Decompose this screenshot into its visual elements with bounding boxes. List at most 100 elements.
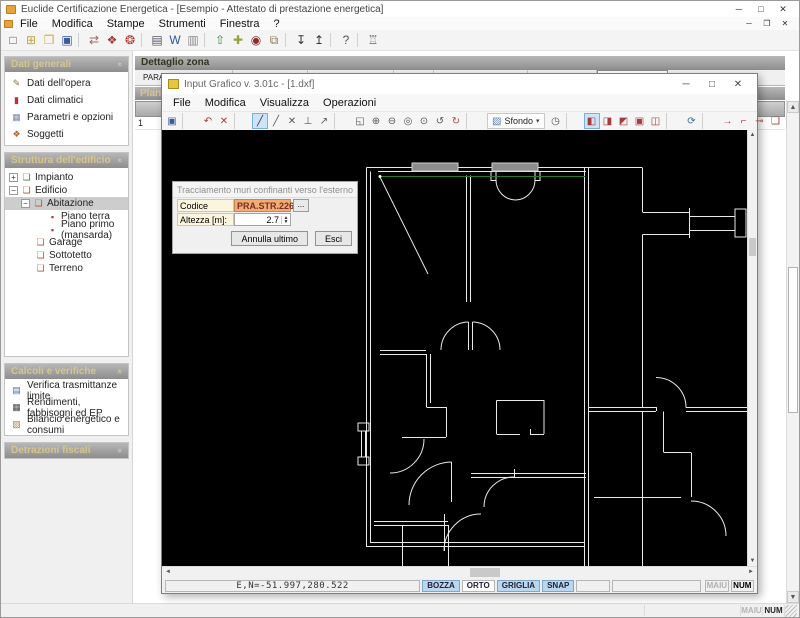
mdi-close-button[interactable]: ✕ (777, 19, 793, 28)
toggle-snap[interactable]: SNAP (542, 579, 575, 592)
zoom-previous-icon[interactable]: ↺ (432, 113, 448, 129)
perpendicular-icon[interactable]: ⊥ (300, 113, 316, 129)
print-icon[interactable]: ▤ (148, 31, 166, 49)
scrollbar-thumb[interactable] (749, 238, 756, 256)
menu-strumenti[interactable]: Strumenti (152, 18, 213, 30)
scroll-up-icon[interactable]: ▲ (787, 101, 799, 113)
move-down-icon[interactable]: ↧ (292, 31, 310, 49)
move-up-icon[interactable]: ↥ (310, 31, 328, 49)
window-element-icon[interactable]: ◫ (648, 113, 664, 129)
sync-icon[interactable]: ⇄ (85, 31, 103, 49)
draw-line-icon[interactable]: ╱ (268, 113, 284, 129)
copy-archive-icon[interactable]: ⧉ (265, 31, 283, 49)
panel-header-struttura[interactable]: Struttura dell'edificio « (5, 153, 128, 168)
cad-canvas[interactable]: Tracciamento muri confinanti verso l'est… (162, 130, 747, 566)
menu-stampe[interactable]: Stampe (100, 18, 152, 30)
cad-minimize-button[interactable]: ─ (673, 79, 699, 90)
sidebar-item-bilancio[interactable]: ▧ Bilancio energetico e consumi (5, 414, 128, 436)
mdi-minimize-button[interactable]: ─ (741, 19, 757, 28)
wall-virtual-icon[interactable]: ◩ (616, 113, 632, 129)
cad-menu-modifica[interactable]: Modifica (198, 97, 253, 109)
measure-circle-icon[interactable]: ◷ (548, 113, 564, 129)
arrow-offset-icon[interactable]: ⊸ (752, 113, 768, 129)
expand-chevron-icon[interactable]: » (115, 448, 124, 452)
sfondo-dropdown[interactable]: ▨ Sfondo ▾ (487, 113, 545, 129)
tree-expander[interactable]: + (9, 173, 18, 182)
altezza-field[interactable]: 2.7 ▲ ▼ (234, 213, 291, 226)
certificate-icon[interactable]: ❂ (121, 31, 139, 49)
draw-wall-tool-icon[interactable]: ╱ (252, 113, 268, 129)
scroll-up-icon[interactable]: ▲ (748, 130, 757, 140)
scrollbar-thumb[interactable] (788, 267, 798, 413)
zoom-selected-icon[interactable]: ⊙ (416, 113, 432, 129)
cad-menu-file[interactable]: File (166, 97, 198, 109)
sidebar-item-dati-climatici[interactable]: ▮ Dati climatici (5, 92, 128, 109)
spin-down-icon[interactable]: ▼ (284, 219, 289, 224)
tree-item-edificio[interactable]: − ❏ Edificio (5, 184, 128, 197)
tree-item-piano-primo[interactable]: ▪ Piano primo (mansarda) (5, 219, 128, 241)
cad-menu-visualizza[interactable]: Visualizza (253, 97, 316, 109)
scroll-down-icon[interactable]: ▼ (748, 556, 757, 566)
delete-node-icon[interactable]: ✕ (216, 113, 232, 129)
toggle-griglia[interactable]: GRIGLIA (496, 579, 541, 592)
toggle-orto[interactable]: ORTO (461, 579, 495, 592)
collapse-chevron-icon[interactable]: « (115, 62, 124, 66)
scroll-down-icon[interactable]: ▼ (787, 591, 799, 603)
sidebar-item-parametri-opzioni[interactable]: ▦ Parametri e opzioni (5, 109, 128, 126)
spinner-stepper[interactable]: ▲ ▼ (281, 215, 290, 224)
resize-grip[interactable] (785, 604, 797, 617)
tree-expander[interactable]: − (21, 199, 30, 208)
sidebar-item-dati-opera[interactable]: ✎ Dati dell'opera (5, 75, 128, 92)
arrow-right-icon[interactable]: → (720, 113, 736, 129)
export-archive-icon[interactable]: ◉ (247, 31, 265, 49)
zoom-in-icon[interactable]: ⊕ (368, 113, 384, 129)
mdi-restore-button[interactable]: ❐ (759, 19, 775, 28)
refresh-icon[interactable]: ⟳ (684, 113, 700, 129)
browse-button[interactable]: ... (293, 199, 309, 212)
open-file-icon[interactable]: ❒ (40, 31, 58, 49)
panel-header-detrazioni[interactable]: Detrazioni fiscali » (5, 443, 128, 458)
import-archive-icon[interactable]: ⇧ (211, 31, 229, 49)
annulla-ultimo-button[interactable]: Annulla ultimo (231, 231, 308, 246)
wall-external-icon[interactable]: ◧ (583, 113, 600, 129)
zoom-out-icon[interactable]: ⊖ (384, 113, 400, 129)
sheet-icon[interactable]: ❏ (768, 113, 784, 129)
menu-modifica[interactable]: Modifica (45, 18, 100, 30)
cad-menu-operazioni[interactable]: Operazioni (316, 97, 383, 109)
add-archive-icon[interactable]: ✚ (229, 31, 247, 49)
panel-header-calcoli[interactable]: Calcoli e verifiche « (5, 364, 128, 379)
maximize-button[interactable]: □ (750, 4, 772, 15)
scroll-right-icon[interactable]: ► (745, 567, 757, 578)
cad-vertical-scrollbar[interactable]: ▲ ▼ (747, 130, 757, 566)
cad-horizontal-scrollbar[interactable]: ◄ ► (162, 566, 757, 578)
panel-header-dati-generali[interactable]: Dati generali « (5, 57, 128, 72)
tree-item-terreno[interactable]: ❏ Terreno (5, 262, 128, 275)
word-export-icon[interactable]: W (166, 31, 184, 49)
euclide-column-icon[interactable]: ♖ (364, 31, 382, 49)
zoom-window-icon[interactable]: ◱ (352, 113, 368, 129)
toggle-bozza[interactable]: BOZZA (422, 579, 460, 592)
save-zone-icon[interactable]: ▣ (632, 113, 648, 129)
delete-line-icon[interactable]: ✕ (284, 113, 300, 129)
tree-item-sottotetto[interactable]: ❏ Sottotetto (5, 249, 128, 262)
wall-internal-icon[interactable]: ◨ (600, 113, 616, 129)
codice-struttura-value[interactable]: PRA.STR.226 (234, 199, 294, 212)
cad-close-button[interactable]: ✕ (725, 79, 751, 90)
altezza-value[interactable]: 2.7 (235, 215, 281, 225)
menu-finestra[interactable]: Finestra (213, 18, 267, 30)
rotate-view-icon[interactable]: ↻ (448, 113, 464, 129)
print-preview-icon[interactable]: ▥ (184, 31, 202, 49)
close-button[interactable]: ✕ (772, 4, 794, 15)
help-icon[interactable]: ? (337, 31, 355, 49)
zoom-extents-icon[interactable]: ◎ (400, 113, 416, 129)
tree-item-abitazione[interactable]: − ❏ Abitazione (5, 197, 128, 210)
menu-file[interactable]: File (13, 18, 45, 30)
main-vertical-scrollbar[interactable]: ▲ ▼ (786, 101, 799, 603)
extend-line-icon[interactable]: ↗ (316, 113, 332, 129)
sidebar-item-soggetti[interactable]: ❖ Soggetti (5, 126, 128, 143)
cad-save-icon[interactable]: ▣ (164, 113, 180, 129)
collapse-chevron-icon[interactable]: « (115, 369, 124, 373)
save-icon[interactable]: ▣ (58, 31, 76, 49)
replace-icon[interactable]: ❖ (103, 31, 121, 49)
cad-maximize-button[interactable]: □ (699, 79, 725, 90)
